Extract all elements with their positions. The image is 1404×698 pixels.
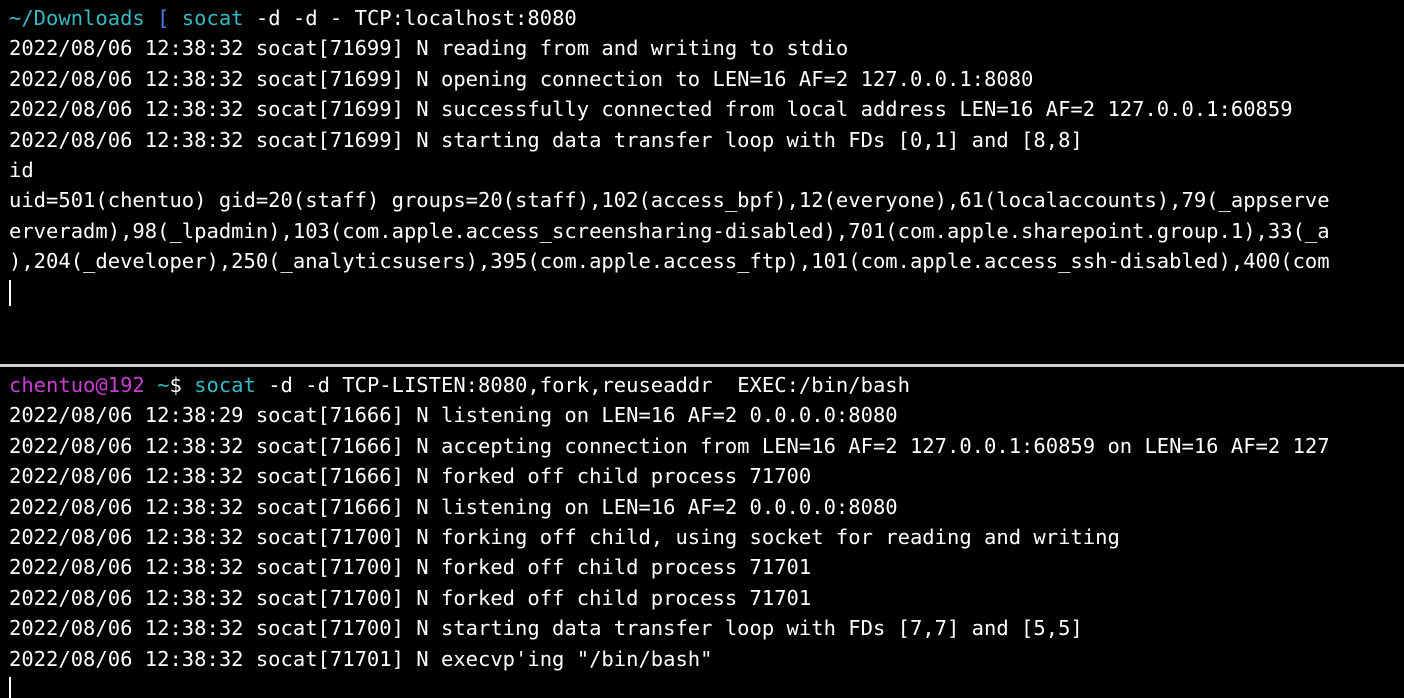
text-cursor: [9, 279, 11, 306]
cursor-line: [9, 277, 1330, 307]
terminal-output-top: ~/Downloads [ socat -d -d - TCP:localhos…: [9, 3, 1330, 307]
output-line: 2022/08/06 12:38:32 socat[71666] N accep…: [9, 433, 1330, 458]
output-line: 2022/08/06 12:38:32 socat[71666] N liste…: [9, 494, 898, 519]
prompt-path: ~: [157, 373, 170, 397]
output-line: 2022/08/06 12:38:32 socat[71666] N forke…: [9, 464, 812, 489]
output-line: 2022/08/06 12:38:32 socat[71700] N forke…: [9, 585, 812, 610]
output-line: erveradm),98(_lpadmin),103(com.apple.acc…: [9, 218, 1330, 243]
terminal-output-bottom: chentuo@192 ~$ socat -d -d TCP-LISTEN:80…: [9, 370, 1330, 698]
terminal-pane-top[interactable]: ~/Downloads [ socat -d -d - TCP:localhos…: [0, 0, 1404, 364]
cursor-line: [9, 674, 1330, 698]
prompt-user-host: chentuo@192: [9, 373, 145, 397]
output-line: 2022/08/06 12:38:32 socat[71699] N succe…: [9, 97, 1293, 122]
prompt-bracket: [: [157, 6, 170, 30]
output-line: 2022/08/06 12:38:29 socat[71666] N liste…: [9, 403, 898, 428]
output-line: 2022/08/06 12:38:32 socat[71701] N execv…: [9, 646, 713, 671]
output-line: 2022/08/06 12:38:32 socat[71699] N start…: [9, 127, 1083, 152]
terminal-pane-bottom[interactable]: chentuo@192 ~$ socat -d -d TCP-LISTEN:80…: [0, 367, 1404, 698]
command-name: socat: [194, 373, 256, 397]
output-line: 2022/08/06 12:38:32 socat[71699] N readi…: [9, 36, 849, 61]
output-line: id: [9, 157, 34, 182]
output-line: 2022/08/06 12:38:32 socat[71700] N forke…: [9, 555, 812, 580]
prompt-line: chentuo@192 ~$ socat -d -d TCP-LISTEN:80…: [9, 370, 1330, 400]
command-args: -d -d TCP-LISTEN:8080,fork,reuseaddr EXE…: [268, 373, 910, 397]
output-line: 2022/08/06 12:38:32 socat[71700] N forki…: [9, 524, 1120, 549]
output-line: ),204(_developer),250(_analyticsusers),3…: [9, 249, 1330, 274]
text-cursor: [9, 676, 11, 698]
command-name: socat: [181, 6, 244, 30]
output-line: 2022/08/06 12:38:32 socat[71699] N openi…: [9, 66, 1034, 91]
output-line: uid=501(chentuo) gid=20(staff) groups=20…: [9, 188, 1330, 213]
prompt-line: ~/Downloads [ socat -d -d - TCP:localhos…: [9, 3, 1330, 33]
prompt-path: ~/Downloads: [9, 6, 145, 30]
output-line: 2022/08/06 12:38:32 socat[71700] N start…: [9, 616, 1083, 641]
prompt-symbol: $: [169, 373, 182, 397]
command-args: -d -d - TCP:localhost:8080: [255, 6, 577, 30]
